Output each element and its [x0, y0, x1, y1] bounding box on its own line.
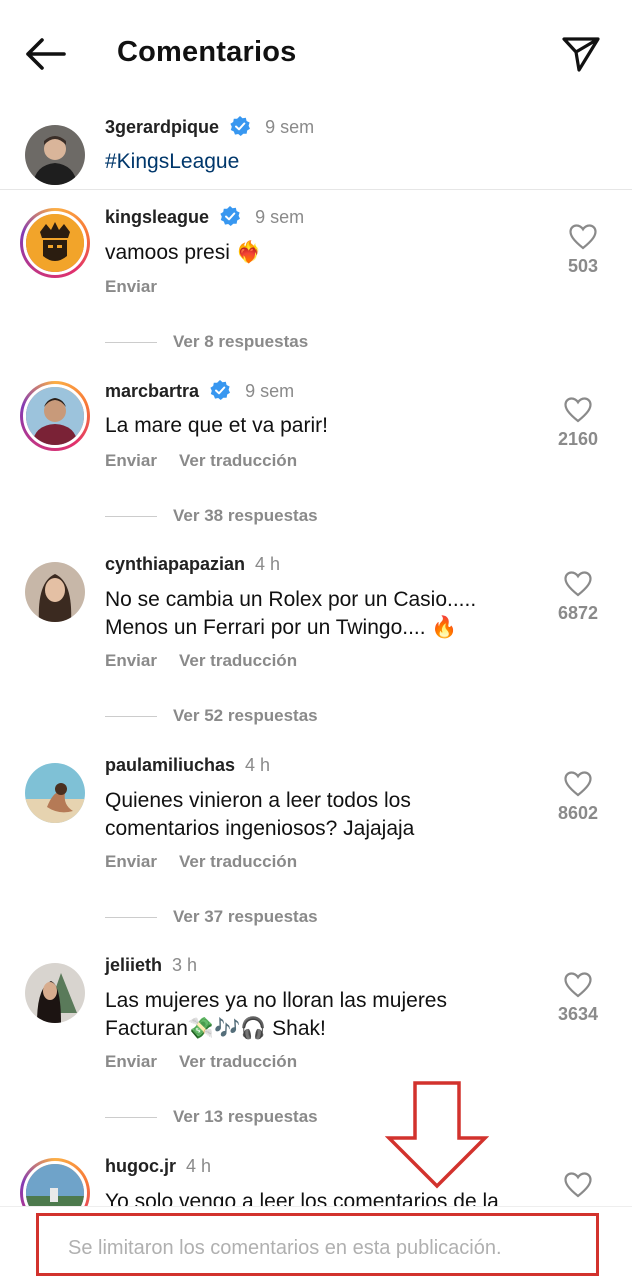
comment-text-line: comentarios ingeniosos? Jajajaja: [105, 817, 415, 840]
see-translation-button[interactable]: Ver traducción: [179, 1052, 297, 1071]
username[interactable]: 3gerardpique: [105, 117, 219, 137]
avatar[interactable]: [25, 963, 85, 1023]
replies-label: Ver 8 respuestas: [173, 332, 309, 351]
avatar[interactable]: [25, 763, 85, 823]
avatar[interactable]: [20, 208, 90, 278]
replies-label: Ver 38 respuestas: [173, 506, 318, 525]
timestamp: 3 h: [172, 955, 198, 975]
heart-icon[interactable]: [569, 224, 597, 250]
timestamp: 4 h: [245, 755, 271, 775]
send-reply-button[interactable]: Enviar: [105, 852, 157, 871]
replies-label: Ver 37 respuestas: [173, 907, 318, 926]
username[interactable]: paulamiliuchas: [105, 755, 235, 775]
view-replies-button[interactable]: Ver 52 respuestas: [105, 706, 318, 726]
comment-text-line: Menos un Ferrari por un Twingo.... 🔥: [105, 616, 458, 639]
send-icon[interactable]: [560, 33, 602, 75]
username[interactable]: hugoc.jr: [105, 1156, 176, 1176]
like-count: 503: [567, 256, 599, 276]
avatar[interactable]: [25, 125, 85, 185]
avatar[interactable]: [20, 381, 90, 451]
comment-text: La mare que et va parir!: [105, 414, 328, 437]
replies-label: Ver 52 respuestas: [173, 706, 318, 725]
verified-badge-icon: [220, 206, 241, 226]
like-count: 6872: [557, 603, 599, 623]
username[interactable]: marcbartra: [105, 381, 199, 401]
post-caption: 3gerardpique 9 sem #KingsLeague: [0, 106, 632, 190]
comment-text-line: No se cambia un Rolex por un Casio.....: [105, 588, 477, 611]
heart-icon[interactable]: [564, 571, 592, 597]
divider: [105, 716, 157, 718]
verified-badge-icon: [210, 380, 231, 400]
see-translation-button[interactable]: Ver traducción: [179, 651, 297, 670]
divider: [105, 516, 157, 518]
view-replies-button[interactable]: Ver 13 respuestas: [105, 1107, 318, 1127]
heart-icon[interactable]: [564, 397, 592, 423]
heart-icon[interactable]: [564, 972, 592, 998]
avatar[interactable]: [25, 562, 85, 622]
comment-text-line: Quienes vinieron a leer todos los: [105, 789, 411, 812]
annotation-highlight-box: [36, 1213, 599, 1276]
see-translation-button[interactable]: Ver traducción: [179, 451, 297, 470]
replies-label: Ver 13 respuestas: [173, 1107, 318, 1126]
hashtag-link[interactable]: #KingsLeague: [105, 148, 239, 176]
username[interactable]: kingsleague: [105, 207, 209, 227]
see-translation-button[interactable]: Ver traducción: [179, 852, 297, 871]
timestamp: 4 h: [186, 1156, 212, 1176]
like-count: 3634: [557, 1004, 599, 1024]
timestamp: 4 h: [255, 554, 281, 574]
back-arrow-icon[interactable]: [22, 34, 68, 74]
page-title: Comentarios: [117, 36, 297, 68]
username[interactable]: jeliieth: [105, 955, 162, 975]
comment-text: vamoos presi ❤️‍🔥: [105, 241, 262, 264]
comment-text-line: Las mujeres ya no lloran las mujeres: [105, 989, 447, 1012]
send-reply-button[interactable]: Enviar: [105, 451, 157, 470]
timestamp: 9 sem: [255, 207, 305, 227]
divider: [105, 1117, 157, 1119]
heart-icon[interactable]: [564, 771, 592, 797]
like-count: 2160: [557, 429, 599, 449]
view-replies-button[interactable]: Ver 37 respuestas: [105, 907, 318, 927]
comment-text-line: Facturan💸🎶🎧 Shak!: [105, 1017, 326, 1040]
send-reply-button[interactable]: Enviar: [105, 277, 157, 296]
divider: [105, 342, 157, 344]
send-reply-button[interactable]: Enviar: [105, 1052, 157, 1071]
heart-icon[interactable]: [564, 1172, 592, 1198]
like-count: 8602: [557, 803, 599, 823]
view-replies-button[interactable]: Ver 38 respuestas: [105, 506, 318, 526]
username[interactable]: cynthiapapazian: [105, 554, 245, 574]
send-reply-button[interactable]: Enviar: [105, 651, 157, 670]
timestamp: 9 sem: [245, 381, 295, 401]
header: Comentarios: [0, 0, 632, 100]
annotation-arrow-icon: [385, 1081, 489, 1189]
timestamp: 9 sem: [265, 117, 315, 137]
verified-badge-icon: [230, 116, 251, 136]
divider: [105, 917, 157, 919]
view-replies-button[interactable]: Ver 8 respuestas: [105, 332, 308, 352]
